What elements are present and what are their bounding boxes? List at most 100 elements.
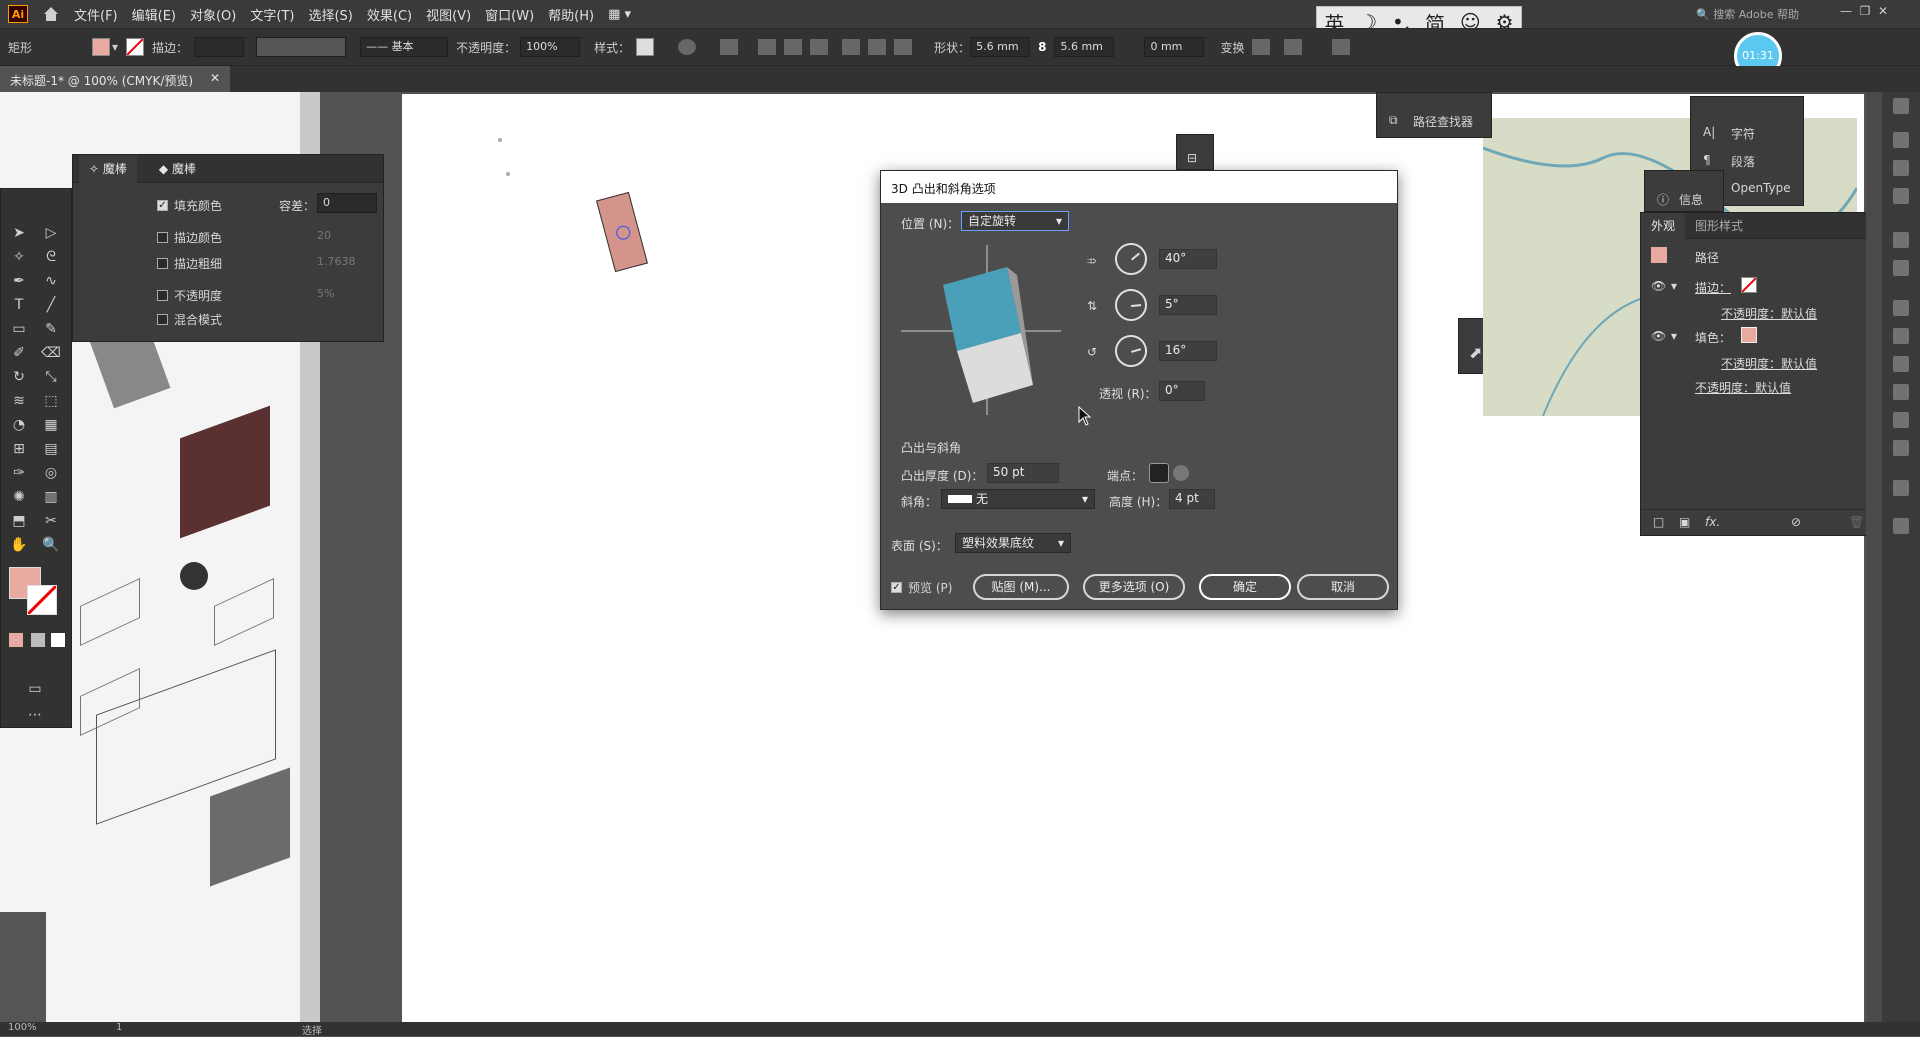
angle-z-field[interactable]: 16° [1159, 341, 1217, 361]
info-panel[interactable]: ⓘ 信息 [1644, 170, 1724, 212]
extrude-depth-field[interactable]: 50 pt [987, 463, 1059, 483]
workspace-switcher-icon[interactable]: ▦ ▾ [608, 7, 631, 22]
tab-magic-wand-secondary[interactable]: ◆ 魔棒 [149, 155, 206, 183]
menu-type[interactable]: 文字(T) [250, 5, 294, 24]
rectangle-tool-icon[interactable]: ▭ [9, 319, 29, 339]
chevron-down-icon[interactable]: ▾ [112, 40, 118, 54]
opacity-field[interactable]: 100% [520, 37, 581, 57]
angle-y-field[interactable]: 5° [1159, 295, 1217, 315]
align-bottom-icon[interactable] [894, 39, 913, 55]
panel-opentype[interactable]: OpenType [1731, 181, 1791, 195]
warp-icon[interactable]: ≋ [9, 391, 29, 411]
appearance-stroke-opacity-row[interactable]: 不透明度：默认值 [1641, 301, 1879, 325]
mesh-icon[interactable]: ⊞ [9, 439, 29, 459]
menu-select[interactable]: 选择(S) [308, 5, 352, 24]
wand-row-fill[interactable]: ✓ 填充颜色 [157, 197, 222, 214]
wand-row-blend-mode[interactable]: 混合模式 [157, 311, 222, 328]
shaper-icon[interactable]: ✐ [9, 343, 29, 363]
fill-swatch[interactable] [92, 38, 111, 56]
appearance-fill-row[interactable]: 👁 ▾ 填色： [1641, 325, 1879, 349]
menu-effect[interactable]: 效果(C) [367, 5, 412, 24]
graph-tool-icon[interactable]: ▥ [41, 487, 61, 507]
menu-edit[interactable]: 编辑(E) [132, 5, 176, 24]
pathfinder-panel[interactable]: ⧉ 路径查找器 [1376, 92, 1492, 138]
direct-selection-icon[interactable]: ▷ [41, 223, 61, 243]
appearance-stroke-row[interactable]: 👁 ▾ 描边： [1641, 275, 1879, 299]
envelope-icon[interactable] [1332, 39, 1351, 55]
surface-select[interactable]: 塑料效果底纹 ▾ [955, 533, 1071, 553]
rotate-icon[interactable]: ↻ [9, 367, 29, 387]
collapsed-panel[interactable]: ⊟ [1176, 134, 1214, 170]
tab-appearance[interactable]: 外观 [1641, 212, 1686, 239]
panel-gradient-icon[interactable] [1893, 328, 1909, 344]
stroke-weight-field[interactable] [194, 37, 245, 57]
chevron-down-icon[interactable]: ▾ [1671, 329, 1677, 343]
angle-y-dial[interactable] [1113, 287, 1149, 323]
symbol-sprayer-icon[interactable]: ✺ [9, 487, 29, 507]
none-mode-icon[interactable] [51, 633, 65, 647]
eraser-icon[interactable]: ⌫ [41, 343, 61, 363]
shape-builder-icon[interactable]: ◔ [9, 415, 29, 435]
zoom-level[interactable]: 100% [8, 1022, 37, 1033]
bevel-select[interactable]: 无 ▾ [941, 489, 1095, 509]
stroke-none-swatch[interactable] [1741, 277, 1757, 293]
panel-align-icon[interactable] [1893, 412, 1909, 428]
angle-z-dial[interactable] [1111, 331, 1151, 371]
new-stroke-icon[interactable]: □ [1653, 515, 1664, 529]
help-search[interactable]: 🔍 搜索 Adobe 帮助 [1696, 6, 1799, 22]
panel-character[interactable]: 字符 [1731, 125, 1755, 142]
clear-appearance-icon[interactable]: ⊘ [1791, 515, 1801, 529]
current-tool-status[interactable]: 选择 [302, 1022, 322, 1037]
tolerance-field[interactable]: 0 [317, 193, 377, 213]
angle-x-dial[interactable] [1108, 236, 1154, 282]
hand-tool-icon[interactable]: ✋ [9, 535, 29, 555]
screen-mode-icon[interactable]: ▭ [25, 679, 45, 699]
magic-wand-icon[interactable]: ✧ [9, 247, 29, 267]
chevron-down-icon[interactable]: ▾ [1671, 279, 1677, 293]
position-select[interactable]: 自定旋转 ▾ [961, 211, 1069, 231]
panel-layers-icon[interactable] [1893, 518, 1909, 534]
panel-libraries-icon[interactable] [1893, 98, 1909, 114]
arrange-icon[interactable] [1284, 39, 1303, 55]
new-fill-icon[interactable]: ▣ [1679, 515, 1690, 529]
eye-icon[interactable]: 👁 [1651, 329, 1666, 343]
preview-checkbox-row[interactable]: ✓ 预览 (P) [891, 579, 952, 596]
checkbox[interactable] [157, 258, 168, 269]
stroke-color-icon[interactable] [26, 584, 58, 616]
appearance-opacity-row[interactable]: 不透明度：默认值 [1641, 375, 1879, 399]
more-options-button[interactable]: 更多选项 (O) [1083, 574, 1185, 600]
blend-icon[interactable]: ◎ [41, 463, 61, 483]
color-mode-icon[interactable] [9, 633, 23, 647]
selection-tool-icon[interactable]: ➤ [9, 223, 29, 243]
3d-rotation-cube[interactable] [901, 245, 1061, 415]
wand-row-opacity[interactable]: 不透明度 [157, 287, 222, 304]
artboard-tool-icon[interactable]: ⬒ [9, 511, 29, 531]
paintbrush-icon[interactable]: ✎ [41, 319, 61, 339]
corner-radius-field[interactable]: 0 mm [1144, 37, 1205, 57]
perspective-grid-icon[interactable]: ▦ [41, 415, 61, 435]
eyedropper-icon[interactable]: ✑ [9, 463, 29, 483]
menu-object[interactable]: 对象(O) [190, 5, 236, 24]
tab-graphic-styles[interactable]: 图形样式 [1685, 213, 1753, 239]
checkbox[interactable] [157, 290, 168, 301]
map-button[interactable]: 贴图 (M)... [973, 574, 1069, 600]
lasso-icon[interactable]: ᘓ [41, 247, 61, 267]
window-controls[interactable]: — ❐ ✕ [1840, 4, 1888, 18]
free-transform-icon[interactable]: ⬚ [41, 391, 61, 411]
preview-checkbox[interactable]: ✓ [891, 582, 902, 593]
more-tools-icon[interactable]: ⋯ [25, 705, 45, 725]
angle-x-field[interactable]: 40° [1159, 249, 1217, 269]
panel-stroke-icon[interactable] [1893, 300, 1909, 316]
document-tab[interactable]: 未标题-1* @ 100% (CMYK/预览) ✕ [0, 66, 230, 92]
appearance-fill-opacity-row[interactable]: 不透明度：默认值 [1641, 351, 1879, 375]
panel-swatches-icon[interactable] [1893, 260, 1909, 276]
checkbox[interactable]: ✓ [157, 200, 168, 211]
ok-button[interactable]: 确定 [1199, 574, 1291, 600]
home-icon[interactable] [42, 5, 60, 23]
align-middle-icon[interactable] [868, 39, 887, 55]
panel-transform-icon[interactable] [1893, 384, 1909, 400]
brush-definition[interactable]: —— 基本 [360, 37, 449, 57]
gradient-mode-icon[interactable] [31, 633, 45, 647]
delete-icon[interactable]: 🗑 [1849, 515, 1864, 529]
slice-tool-icon[interactable]: ✂ [41, 511, 61, 531]
